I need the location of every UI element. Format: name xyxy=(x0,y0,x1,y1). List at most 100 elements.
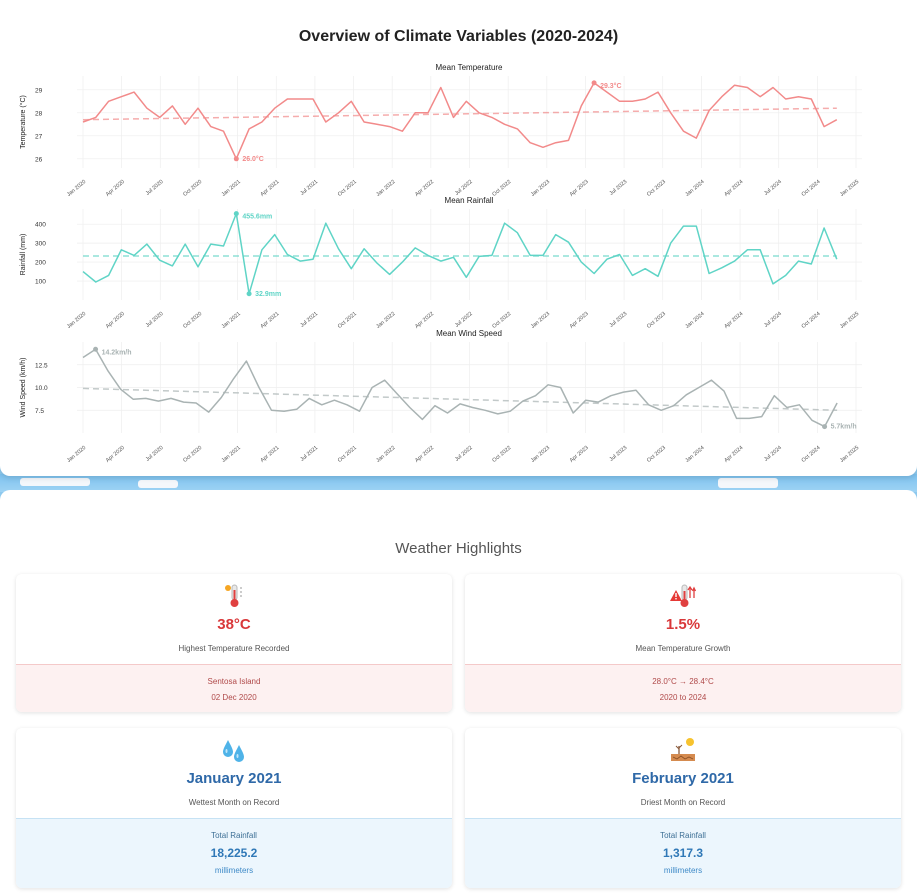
chart-title: Mean Temperature xyxy=(436,63,504,72)
max-annotation: 455.6mm xyxy=(242,214,272,221)
temperature-growth-card: 1.5% Mean Temperature Growth 28.0°C → 28… xyxy=(465,574,901,712)
min-annotation: 32.9mm xyxy=(255,291,281,298)
series-line xyxy=(82,212,838,295)
highest-temperature-label: Highest Temperature Recorded xyxy=(178,644,290,653)
x-tick-label: Jul 2024 xyxy=(763,179,783,197)
x-tick-label: Oct 2023 xyxy=(646,311,667,330)
min-point xyxy=(233,156,239,162)
x-tick-label: Jan 2020 xyxy=(66,445,87,464)
wettest-month-value: January 2021 xyxy=(186,770,282,787)
x-tick-label: Jul 2022 xyxy=(454,311,474,329)
wettest-month-label: Wettest Month on Record xyxy=(188,798,280,807)
chart-2: Mean Wind Speed 7.5 10.0 12.5 Wind Speed (km… xyxy=(20,329,862,464)
x-tick-label: Oct 2024 xyxy=(801,445,822,464)
x-tick-label: Jul 2024 xyxy=(763,445,783,463)
x-tick-label: Jul 2021 xyxy=(299,179,319,197)
y-tick-label: 10.0 xyxy=(35,385,48,392)
dry-desert-icon xyxy=(465,736,901,764)
y-tick-label: 28 xyxy=(35,110,43,117)
driest-month-value: February 2021 xyxy=(632,770,734,787)
x-tick-label: Jan 2023 xyxy=(530,311,551,330)
wettest-month-total-label: Total Rainfall xyxy=(211,831,257,840)
x-tick-label: Apr 2023 xyxy=(569,311,590,330)
series-line xyxy=(82,82,838,160)
wettest-month-unit: millimeters xyxy=(214,866,254,875)
driest-month-card: February 2021 Driest Month on Record Tot… xyxy=(465,728,901,888)
min-annotation: 5.7km/h xyxy=(831,424,857,431)
x-tick-label: Jan 2022 xyxy=(375,311,396,330)
y-axis-label: Temperature (°C) xyxy=(19,95,27,149)
x-tick-label: Oct 2021 xyxy=(337,179,358,198)
y-tick-label: 26 xyxy=(35,156,43,163)
x-tick-label: Jan 2022 xyxy=(375,445,396,464)
max-point xyxy=(233,211,239,217)
x-tick-label: Jul 2021 xyxy=(299,445,319,463)
x-tick-label: Oct 2020 xyxy=(182,311,203,330)
x-tick-label: Apr 2022 xyxy=(414,311,435,330)
x-tick-label: Jan 2021 xyxy=(221,179,242,198)
weather-highlights-panel: Weather Highlights 38°C Highest Temperat… xyxy=(0,490,917,896)
x-tick-label: Jan 2020 xyxy=(66,179,87,198)
highest-temperature-location: Sentosa Island xyxy=(207,677,261,686)
x-tick-label: Jul 2020 xyxy=(145,179,165,197)
x-tick-label: Apr 2024 xyxy=(723,445,744,464)
x-tick-label: Apr 2024 xyxy=(723,179,744,198)
x-tick-label: Jul 2023 xyxy=(609,445,629,463)
temperature-growth-range: 28.0°C → 28.4°C xyxy=(652,677,714,686)
x-tick-label: Oct 2024 xyxy=(801,311,822,330)
driest-month-total-value: 1,317.3 xyxy=(662,846,704,860)
x-tick-label: Oct 2020 xyxy=(182,179,203,198)
chart-0: Mean Temperature 26 27 28 29 Temperature (°C)… xyxy=(19,63,862,198)
climate-charts: Mean Temperature 26 27 28 29 Temperature (°C)… xyxy=(19,63,862,464)
cloud xyxy=(718,478,778,488)
driest-month-unit: millimeters xyxy=(663,866,703,875)
series-line xyxy=(82,348,838,428)
highlights-title: Weather Highlights xyxy=(395,540,522,557)
x-tick-label: Oct 2021 xyxy=(337,445,358,464)
highest-temperature-card: 38°C Highest Temperature Recorded Sentos… xyxy=(16,574,452,712)
max-annotation: 29.3°C xyxy=(600,82,621,90)
x-tick-label: Jul 2022 xyxy=(454,179,474,197)
x-tick-label: Jan 2020 xyxy=(66,311,87,330)
x-tick-label: Jan 2021 xyxy=(221,445,242,464)
y-axis-label: Wind Speed (km/h) xyxy=(20,358,27,418)
driest-month-total-label: Total Rainfall xyxy=(660,831,706,840)
x-tick-label: Jan 2021 xyxy=(221,311,242,330)
x-tick-label: Apr 2020 xyxy=(105,179,126,198)
min-point xyxy=(246,291,252,297)
highest-temperature-date: 02 Dec 2020 xyxy=(211,693,257,702)
x-tick-label: Jan 2025 xyxy=(839,311,860,330)
y-tick-label: 100 xyxy=(35,279,46,286)
x-tick-label: Jan 2023 xyxy=(530,179,551,198)
y-tick-label: 12.5 xyxy=(35,362,48,369)
x-tick-label: Apr 2024 xyxy=(723,311,744,330)
x-tick-label: Apr 2020 xyxy=(105,311,126,330)
thermometer-hot-icon xyxy=(16,582,452,610)
x-tick-label: Jul 2020 xyxy=(145,445,165,463)
y-tick-label: 27 xyxy=(35,133,43,140)
x-tick-label: Jul 2020 xyxy=(145,311,165,329)
climate-charts-panel: Overview of Climate Variables (2020-2024… xyxy=(0,0,917,476)
y-tick-label: 29 xyxy=(35,87,43,94)
x-tick-label: Jan 2023 xyxy=(530,445,551,464)
wettest-month-total-value: 18,225.2 xyxy=(210,846,258,860)
x-tick-label: Oct 2022 xyxy=(491,311,512,330)
x-tick-label: Jul 2023 xyxy=(609,179,629,197)
x-tick-label: Jul 2023 xyxy=(609,311,629,329)
driest-month-label: Driest Month on Record xyxy=(640,798,726,807)
x-tick-label: Oct 2021 xyxy=(337,311,358,330)
max-annotation: 14.2km/h xyxy=(102,349,132,356)
y-axis-label: Rainfall (mm) xyxy=(20,234,27,276)
chart-title: Mean Wind Speed xyxy=(436,329,502,338)
y-tick-label: 7.5 xyxy=(35,408,44,415)
temperature-growth-period: 2020 to 2024 xyxy=(659,693,707,702)
x-tick-label: Apr 2020 xyxy=(105,445,126,464)
x-tick-label: Jul 2021 xyxy=(299,311,319,329)
x-tick-label: Jan 2024 xyxy=(684,179,705,198)
cloud xyxy=(138,480,178,488)
cloud xyxy=(20,478,90,486)
chart-title: Mean Rainfall xyxy=(445,196,494,205)
x-tick-label: Oct 2023 xyxy=(646,445,667,464)
x-tick-label: Oct 2022 xyxy=(491,445,512,464)
x-tick-label: Jan 2024 xyxy=(684,445,705,464)
